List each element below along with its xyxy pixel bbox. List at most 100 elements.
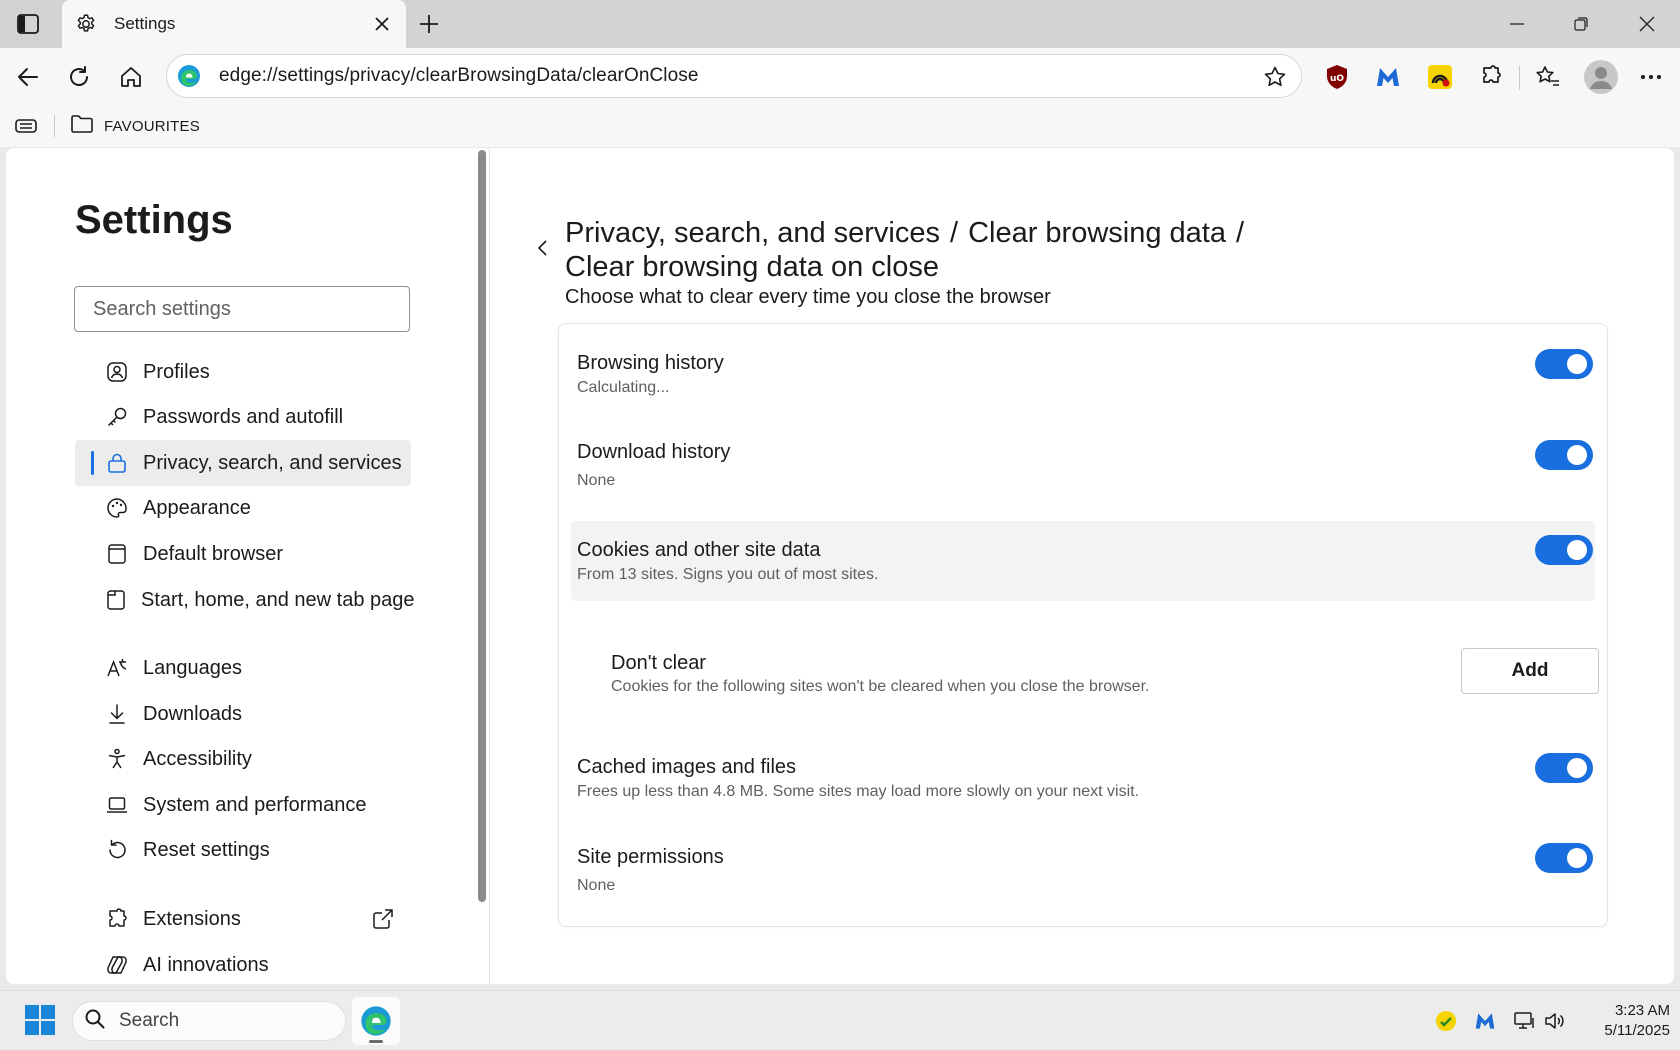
palette-icon	[105, 496, 129, 520]
edge-logo-icon	[361, 1006, 391, 1036]
tab-actions-menu-icon[interactable]	[14, 11, 42, 37]
laptop-icon	[105, 793, 129, 817]
collections-icon[interactable]	[12, 114, 40, 138]
active-indicator	[91, 451, 94, 475]
sidebar-item-profiles[interactable]: Profiles	[75, 349, 411, 395]
dont-clear-desc: Cookies for the following sites won't be…	[611, 678, 1150, 695]
back-chevron-icon[interactable]	[530, 236, 554, 260]
cookies-title: Cookies and other site data	[577, 539, 821, 561]
browsing-history-title: Browsing history	[577, 352, 724, 374]
download-history-desc: None	[577, 472, 616, 489]
ublock-origin-extension-icon[interactable]: uO	[1320, 60, 1354, 94]
settings-sidebar: Settings Profiles Passwords and autofill	[6, 148, 490, 984]
volume-icon[interactable]	[1543, 1009, 1567, 1033]
breadcrumb-separator: /	[950, 217, 959, 249]
profile-avatar[interactable]	[1583, 59, 1619, 95]
cookies-row: Cookies and other site data From 13 site…	[571, 521, 1595, 601]
taskbar-search-label: Search	[119, 1010, 180, 1031]
page-title: Settings	[75, 198, 233, 242]
tray-malwarebytes-icon[interactable]	[1473, 1009, 1497, 1033]
taskbar-search-box[interactable]: Search	[72, 1001, 346, 1041]
extensions-puzzle-icon[interactable]	[1474, 60, 1508, 94]
minimize-icon[interactable]	[1484, 0, 1550, 48]
sidebar-item-label: Accessibility	[143, 747, 252, 770]
address-bar[interactable]: edge://settings/privacy/clearBrowsingDat…	[166, 54, 1302, 98]
sidebar-item-accessibility[interactable]: Accessibility	[75, 736, 411, 782]
malwarebytes-extension-icon[interactable]	[1371, 60, 1405, 94]
open-external-icon[interactable]	[371, 907, 395, 931]
network-icon[interactable]	[1513, 1009, 1537, 1033]
sidebar-item-label: Downloads	[143, 702, 242, 725]
close-window-icon[interactable]	[1614, 0, 1680, 48]
sidebar-item-label: Extensions	[143, 907, 241, 930]
tray-yellow-extension-icon[interactable]	[1434, 1009, 1458, 1033]
accessibility-icon	[105, 747, 129, 771]
add-site-button[interactable]: Add	[1461, 648, 1599, 694]
sidebar-item-ai-innovations[interactable]: AI innovations	[75, 942, 411, 984]
sidebar-item-privacy[interactable]: Privacy, search, and services	[75, 440, 411, 486]
sidebar-item-label: Privacy, search, and services	[143, 451, 402, 474]
windows-taskbar: Search 3:23 AM 5/11/2025	[0, 990, 1680, 1050]
system-clock[interactable]: 3:23 AM 5/11/2025	[1578, 1001, 1670, 1041]
breadcrumb-separator: /	[1235, 217, 1245, 249]
new-tab-plus-icon[interactable]	[414, 9, 444, 39]
more-options-ellipsis-icon[interactable]	[1634, 60, 1668, 94]
download-icon	[105, 702, 129, 726]
cached-images-toggle[interactable]	[1535, 753, 1593, 783]
breadcrumb-privacy[interactable]: Privacy, search, and services	[565, 217, 940, 249]
sidebar-item-languages[interactable]: Languages	[75, 645, 411, 691]
sidebar-item-downloads[interactable]: Downloads	[75, 691, 411, 737]
breadcrumb-clear-browsing-data[interactable]: Clear browsing data	[968, 217, 1226, 249]
favourites-folder-label: FAVOURITES	[104, 117, 200, 135]
sidebar-item-label: Appearance	[143, 496, 251, 519]
windows-start-icon[interactable]	[24, 1004, 58, 1038]
home-tab-icon	[105, 588, 127, 612]
favourites-folder[interactable]: FAVOURITES	[70, 114, 200, 138]
sidebar-item-start-home[interactable]: Start, home, and new tab page	[75, 577, 415, 623]
add-favourite-star-icon[interactable]	[1261, 63, 1289, 91]
refresh-icon[interactable]	[60, 58, 98, 96]
profile-icon	[105, 360, 129, 384]
home-icon[interactable]	[112, 58, 150, 96]
clock-date: 5/11/2025	[1604, 1022, 1670, 1039]
favourites-star-list-icon[interactable]	[1531, 60, 1565, 94]
page-subtitle: Choose what to clear every time you clos…	[565, 286, 1051, 308]
close-tab-icon[interactable]	[370, 12, 394, 36]
dont-clear-row: Don't clear Cookies for the following si…	[571, 640, 1599, 710]
cached-images-row: Cached images and files Frees up less th…	[571, 744, 1595, 814]
sidebar-item-reset[interactable]: Reset settings	[75, 827, 411, 873]
browser-toolbar: edge://settings/privacy/clearBrowsingDat…	[0, 48, 1680, 105]
sidebar-scrollbar[interactable]	[478, 150, 486, 902]
sidebar-item-label: System and performance	[143, 793, 367, 816]
sidebar-item-label: Profiles	[143, 360, 210, 383]
restore-icon[interactable]	[1548, 0, 1614, 48]
browsing-history-toggle[interactable]	[1535, 349, 1593, 379]
cookies-toggle[interactable]	[1535, 535, 1593, 565]
download-history-row: Download history None	[571, 431, 1595, 501]
cached-images-desc: Frees up less than 4.8 MB. Some sites ma…	[577, 783, 1140, 800]
site-permissions-row: Site permissions None	[571, 834, 1595, 904]
yellow-extension-icon[interactable]	[1423, 60, 1457, 94]
taskbar-edge-app[interactable]	[352, 997, 400, 1045]
cached-images-title: Cached images and files	[577, 756, 797, 778]
browsing-history-row: Browsing history Calculating...	[571, 342, 1595, 412]
back-arrow-icon[interactable]	[9, 58, 47, 96]
sidebar-item-default-browser[interactable]: Default browser	[75, 531, 411, 577]
site-permissions-desc: None	[577, 877, 616, 894]
sidebar-item-extensions[interactable]: Extensions	[75, 896, 411, 942]
sidebar-item-passwords[interactable]: Passwords and autofill	[75, 394, 411, 440]
clock-time: 3:23 AM	[1614, 1002, 1670, 1019]
sidebar-item-system[interactable]: System and performance	[75, 782, 411, 828]
active-tab[interactable]: Settings	[62, 0, 406, 48]
browsing-history-desc: Calculating...	[577, 379, 670, 396]
dont-clear-title: Don't clear	[611, 652, 706, 674]
favourites-divider	[54, 115, 55, 137]
sidebar-item-label: AI innovations	[143, 953, 269, 976]
download-history-toggle[interactable]	[1535, 440, 1593, 470]
cookies-desc: From 13 sites. Signs you out of most sit…	[577, 566, 879, 583]
sidebar-item-appearance[interactable]: Appearance	[75, 485, 411, 531]
key-icon	[105, 405, 129, 429]
site-permissions-toggle[interactable]	[1535, 843, 1593, 873]
browser-icon	[105, 542, 129, 566]
search-settings-input[interactable]	[74, 286, 410, 332]
